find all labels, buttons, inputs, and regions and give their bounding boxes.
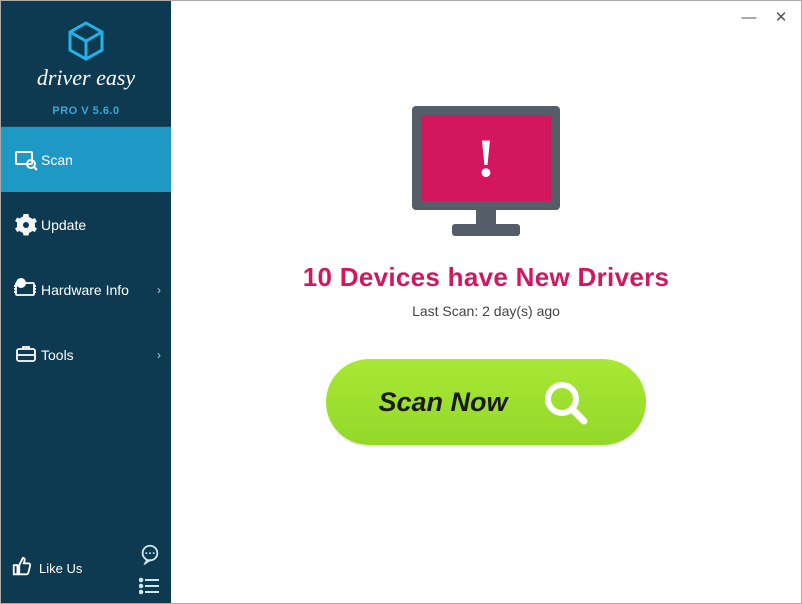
version-label: PRO V 5.6.0 [52,105,119,117]
main-panel: — ✕ ! 10 Devices have New Drivers Last S… [171,1,801,603]
alert-monitor-illustration: ! [412,106,560,238]
nav-item-label: Scan [41,152,161,168]
sidebar-nav: Scan Update [1,127,171,533]
thumbs-up-icon [11,556,33,581]
logo-area: driver easy PRO V 5.6.0 [1,1,171,127]
exclamation-icon: ! [421,115,551,201]
nav-item-label: Update [41,217,161,233]
nav-item-label: Tools [41,347,157,363]
search-icon [536,373,594,431]
nav-item-label: Hardware Info [41,282,157,298]
sidebar-bottom: Like Us [1,533,171,603]
minimize-button[interactable]: — [735,6,763,28]
menu-list-icon[interactable] [139,577,161,595]
app-window: driver easy PRO V 5.6.0 Scan [0,0,802,604]
nav-item-update[interactable]: Update [1,192,171,257]
window-controls: — ✕ [729,1,801,33]
nav-item-tools[interactable]: Tools › [1,322,171,387]
hardware-info-icon: i [11,278,41,302]
sidebar: driver easy PRO V 5.6.0 Scan [1,1,171,603]
status-headline: 10 Devices have New Drivers [303,262,670,293]
svg-text:driver easy: driver easy [37,65,136,90]
like-us-button[interactable]: Like Us [11,556,82,581]
nav-item-scan[interactable]: Scan [1,127,171,192]
scan-icon [11,148,41,172]
last-scan-label: Last Scan: 2 day(s) ago [412,303,560,319]
scan-now-label: Scan Now [378,387,507,418]
chevron-right-icon: › [157,283,161,297]
svg-text:i: i [20,281,22,288]
bottom-utility-icons [139,543,161,595]
gear-icon [11,213,41,237]
close-button[interactable]: ✕ [767,6,795,28]
logo-icon: driver easy [22,19,150,99]
nav-item-hardware-info[interactable]: i Hardware Info › [1,257,171,322]
tools-icon [11,343,41,367]
chevron-right-icon: › [157,348,161,362]
scan-now-button[interactable]: Scan Now [326,359,646,445]
feedback-icon[interactable] [139,543,161,565]
like-us-label: Like Us [39,561,82,576]
